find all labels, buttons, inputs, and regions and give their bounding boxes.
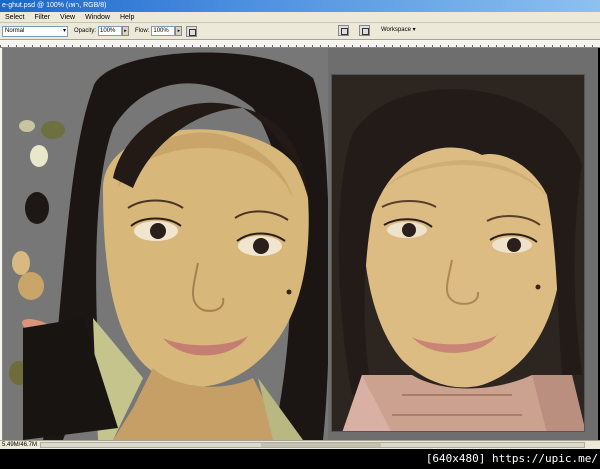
flow-field[interactable]: 100% [151,26,176,36]
chevron-down-icon: ▾ [412,27,416,33]
window-title-bar: e-ghut.psd @ 100% (เพา, RGB/8) [0,0,600,12]
flow-label: Flow: [135,28,150,34]
opacity-label: Opacity: [74,28,97,34]
painting-image [3,48,328,440]
flow-arrow-icon[interactable]: ▸ [175,26,183,36]
palette-well-group: Workspace ▾ [334,25,419,36]
digital-painting [3,48,328,440]
opacity-field[interactable]: 100% [98,26,123,36]
bottom-strip: [640x480] https://upic.me/ [0,449,600,469]
document-canvas[interactable] [3,48,598,440]
blend-mode-select[interactable]: Normal [2,25,68,37]
menu-window[interactable]: Window [80,12,115,23]
menu-help[interactable]: Help [115,12,139,23]
photo-image [332,75,584,431]
workspace-label: Workspace [381,27,411,33]
menu-bar: Select Filter View Window Help [0,12,600,23]
airbrush-icon[interactable] [186,25,198,37]
opacity-arrow-icon[interactable]: ▸ [122,26,130,36]
horizontal-scrollbar[interactable] [40,442,585,448]
reference-photo [331,74,585,432]
menu-select[interactable]: Select [0,12,29,23]
doc-size-readout: 5.49M/46.7M [2,442,38,448]
tool-options-bar: Normal Opacity: 100% ▸ Flow: 100% ▸ Work… [0,23,600,40]
scrollbar-thumb[interactable] [261,443,381,447]
menu-filter[interactable]: Filter [29,12,55,23]
watermark-text: [640x480] https://upic.me/ [425,452,598,465]
menu-view[interactable]: View [55,12,80,23]
brush-preset-icon[interactable] [359,25,370,36]
palette-well-icon[interactable] [338,25,349,36]
horizontal-ruler [0,40,600,48]
workspace-button[interactable]: Workspace ▾ [378,25,419,36]
window-title: e-ghut.psd @ 100% (เพา, RGB/8) [2,2,107,9]
status-bar: 5.49M/46.7M [0,440,600,449]
